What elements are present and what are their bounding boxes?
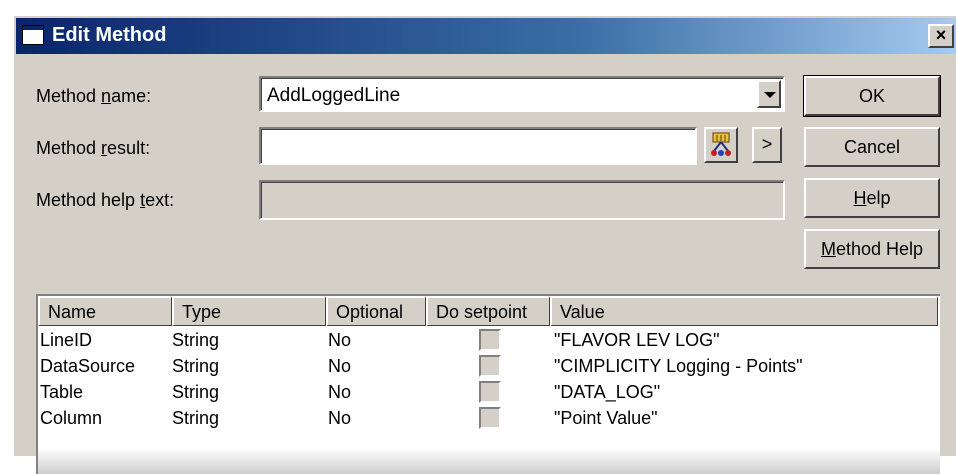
column-header-do-setpoint[interactable]: Do setpoint: [426, 296, 550, 326]
table-row[interactable]: DataSource String No "CIMPLICITY Logging…: [38, 354, 938, 380]
table-row[interactable]: Table String No "DATA_LOG": [38, 380, 938, 406]
edit-method-dialog: Edit Method × Method name: AddLoggedLine…: [12, 14, 956, 474]
param-value[interactable]: "Point Value": [554, 408, 658, 429]
method-result-label: Method result:: [36, 138, 151, 158]
method-name-label: Method name:: [36, 86, 152, 106]
torn-edge-shadow: [38, 448, 940, 474]
method-name-combobox[interactable]: AddLoggedLine: [259, 76, 785, 112]
param-value[interactable]: "DATA_LOG": [554, 382, 660, 403]
cancel-button[interactable]: Cancel: [804, 127, 940, 167]
parameters-grid[interactable]: Name Type Optional Do setpoint Value Lin…: [36, 294, 940, 474]
title-bar[interactable]: Edit Method ×: [16, 18, 956, 54]
do-setpoint-checkbox[interactable]: [479, 407, 501, 429]
browse-points-button[interactable]: [704, 127, 738, 163]
method-help-button[interactable]: Method Help: [804, 229, 940, 269]
table-row[interactable]: LineID String No "FLAVOR LEV LOG": [38, 328, 938, 354]
param-name: Table: [40, 382, 84, 402]
param-name: DataSource: [40, 356, 136, 376]
do-setpoint-checkbox[interactable]: [479, 329, 501, 351]
param-optional: No: [328, 382, 352, 402]
close-button[interactable]: ×: [928, 24, 954, 48]
param-value[interactable]: "CIMPLICITY Logging - Points": [554, 356, 803, 377]
column-header-name[interactable]: Name: [38, 296, 172, 326]
param-name: LineID: [40, 330, 93, 350]
column-header-value[interactable]: Value: [550, 296, 938, 326]
method-help-text-field: [259, 180, 785, 220]
dialog-title: Edit Method: [52, 24, 167, 46]
method-help-text-label: Method help text:: [36, 190, 175, 210]
param-type: String: [172, 356, 220, 376]
help-button[interactable]: Help: [804, 178, 940, 218]
param-optional: No: [328, 408, 352, 428]
param-type: String: [172, 408, 220, 428]
param-value[interactable]: "FLAVOR LEV LOG": [554, 330, 720, 351]
param-type: String: [172, 330, 220, 350]
method-result-arrow-button[interactable]: >: [752, 127, 782, 163]
method-name-value: AddLoggedLine: [267, 85, 401, 106]
window-icon: [22, 25, 44, 45]
method-result-input[interactable]: [259, 127, 697, 165]
do-setpoint-checkbox[interactable]: [479, 381, 501, 403]
param-name: Column: [40, 408, 103, 428]
param-optional: No: [328, 330, 352, 350]
column-header-optional[interactable]: Optional: [326, 296, 426, 326]
param-type: String: [172, 382, 220, 402]
do-setpoint-checkbox[interactable]: [479, 355, 501, 377]
ok-button[interactable]: OK: [803, 75, 941, 117]
chevron-down-icon[interactable]: [757, 80, 781, 108]
column-header-type[interactable]: Type: [172, 296, 326, 326]
param-optional: No: [328, 356, 352, 376]
grid-header: Name Type Optional Do setpoint Value: [38, 296, 938, 326]
point-browser-icon: [711, 132, 731, 156]
table-row[interactable]: Column String No "Point Value": [38, 406, 938, 432]
